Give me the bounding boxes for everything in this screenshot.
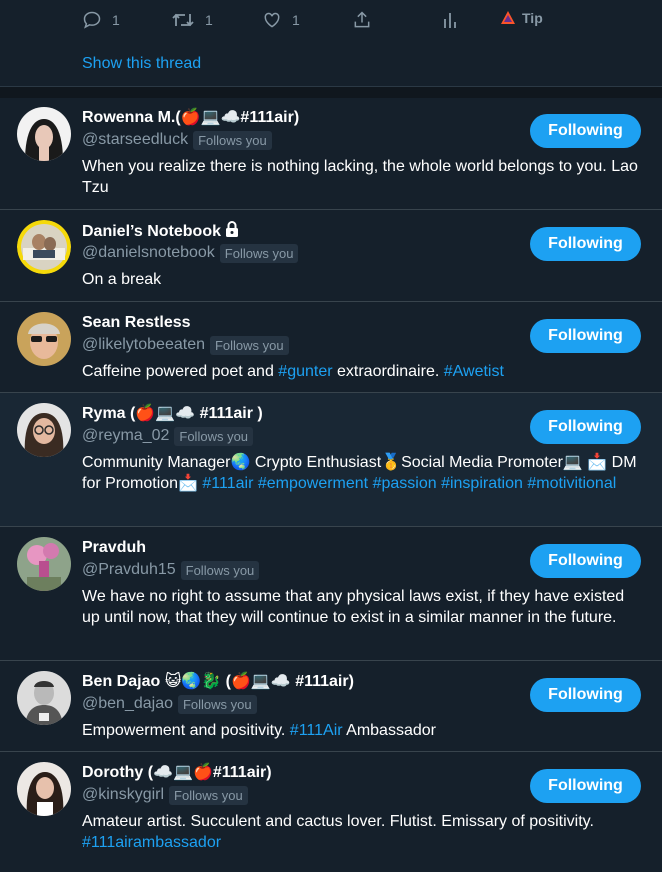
share-icon	[354, 11, 370, 28]
user-bio: Caffeine powered poet and #gunter extrao…	[82, 363, 504, 380]
following-button[interactable]: Following	[530, 114, 641, 148]
user-bio: When you realize there is nothing lackin…	[82, 158, 638, 196]
user-cell[interactable]: Ryma (🍎💻☁️ #111air ) @reyma_02 Follows y…	[0, 393, 662, 527]
show-thread-link[interactable]: Show this thread	[82, 55, 201, 73]
avatar[interactable]	[17, 671, 71, 725]
user-cell[interactable]: Sean Restless @likelytobeeaten Follows y…	[0, 302, 662, 393]
tweet-footer: 1 1 1 Tip Show this thread	[0, 0, 662, 98]
user-cell[interactable]: Dorothy (☁️💻🍎#111air) @kinskygirl Follow…	[0, 752, 662, 872]
retweet-button[interactable]: 1	[171, 10, 213, 30]
like-count: 1	[292, 12, 300, 28]
tweet-actions: 1 1 1 Tip	[82, 10, 662, 34]
tip-button[interactable]: Tip	[500, 10, 543, 26]
avatar[interactable]	[17, 107, 71, 161]
retweet-icon	[172, 13, 194, 27]
avatar[interactable]	[17, 312, 71, 366]
following-button[interactable]: Following	[530, 410, 641, 444]
user-cell[interactable]: Ben Dajao 😺🌏🐉 (🍎💻☁️ #111air) @ben_dajao …	[0, 661, 662, 752]
following-button[interactable]: Following	[530, 769, 641, 803]
hashtag-link[interactable]: #111Air	[290, 722, 343, 739]
heart-icon	[264, 12, 280, 28]
hashtag-link[interactable]: #111airambassador	[82, 834, 221, 851]
follows-you-badge: Follows you	[174, 426, 254, 446]
user-handle[interactable]: @danielsnotebook	[82, 244, 215, 262]
hashtag-link[interactable]: #111air #empowerment #passion #inspirati…	[202, 475, 616, 492]
brave-rewards-icon	[501, 11, 515, 24]
user-handle[interactable]: @Pravduh15	[82, 561, 176, 579]
avatar[interactable]	[17, 220, 71, 274]
user-bio: Empowerment and positivity. #111Air Amba…	[82, 722, 436, 739]
user-name[interactable]: Daniel’s Notebook	[82, 223, 221, 240]
user-bio: On a break	[82, 271, 162, 288]
avatar[interactable]	[17, 403, 71, 457]
like-button[interactable]: 1	[262, 10, 300, 30]
user-handle[interactable]: @likelytobeeaten	[82, 336, 205, 354]
follows-you-badge: Follows you	[169, 785, 248, 805]
user-cell[interactable]: Rowenna M.(🍎💻☁️#111air) @starseedluck Fo…	[0, 97, 662, 210]
reply-icon	[83, 11, 101, 29]
hashtag-link[interactable]: #gunter	[278, 363, 332, 380]
user-cell[interactable]: Pravduh @Pravduh15 Follows you We have n…	[0, 527, 662, 661]
user-handle[interactable]: @kinskygirl	[82, 786, 164, 804]
user-handle[interactable]: @ben_dajao	[82, 695, 173, 713]
user-handle[interactable]: @starseedluck	[82, 131, 188, 149]
following-button[interactable]: Following	[530, 319, 641, 353]
retweet-count: 1	[205, 12, 213, 28]
follows-you-badge: Follows you	[177, 694, 257, 714]
avatar[interactable]	[17, 762, 71, 816]
analytics-button[interactable]	[442, 10, 458, 30]
following-button[interactable]: Following	[530, 544, 641, 578]
analytics-icon	[444, 13, 456, 28]
share-button[interactable]	[352, 10, 372, 30]
user-bio: Amateur artist. Succulent and cactus lov…	[82, 813, 594, 851]
user-cell[interactable]: Daniel’s Notebook @danielsnotebook Follo…	[0, 210, 662, 302]
tip-label: Tip	[522, 10, 543, 26]
following-button[interactable]: Following	[530, 678, 641, 712]
user-bio: Community Manager🌏 Crypto Enthusiast🥇Soc…	[82, 454, 637, 492]
follows-you-badge: Follows you	[219, 243, 299, 263]
avatar[interactable]	[17, 537, 71, 591]
following-button[interactable]: Following	[530, 227, 641, 261]
reply-button[interactable]: 1	[82, 10, 120, 30]
user-handle[interactable]: @reyma_02	[82, 427, 169, 445]
follows-you-badge: Follows you	[209, 335, 289, 355]
lock-icon	[225, 221, 238, 237]
hashtag-link[interactable]: #Awetist	[444, 363, 504, 380]
follows-you-badge: Follows you	[193, 130, 272, 150]
follows-you-badge: Follows you	[180, 560, 260, 580]
user-bio: We have no right to assume that any phys…	[82, 588, 625, 626]
reply-count: 1	[112, 12, 120, 28]
